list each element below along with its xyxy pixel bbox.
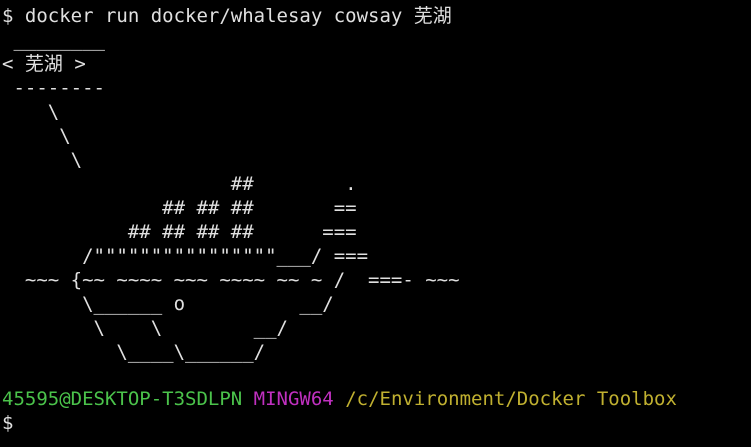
terminal-window[interactable]: $ docker run docker/whalesay cowsay 芜湖 _… (0, 0, 751, 447)
shell-prompt: 45595@DESKTOP-T3SDLPN MINGW64 /c/Environ… (2, 387, 677, 411)
prompt-path: /c/Environment/Docker Toolbox (345, 388, 677, 410)
input-prompt[interactable]: $ (2, 411, 13, 435)
prompt-shell: MINGW64 (253, 388, 334, 410)
prompt-user-host: 45595@DESKTOP-T3SDLPN (2, 388, 243, 410)
command-line: $ docker run docker/whalesay cowsay 芜湖 (2, 5, 452, 27)
whalesay-output: ________ < 芜湖 > -------- \ \ \ ## . ## #… (2, 29, 460, 363)
